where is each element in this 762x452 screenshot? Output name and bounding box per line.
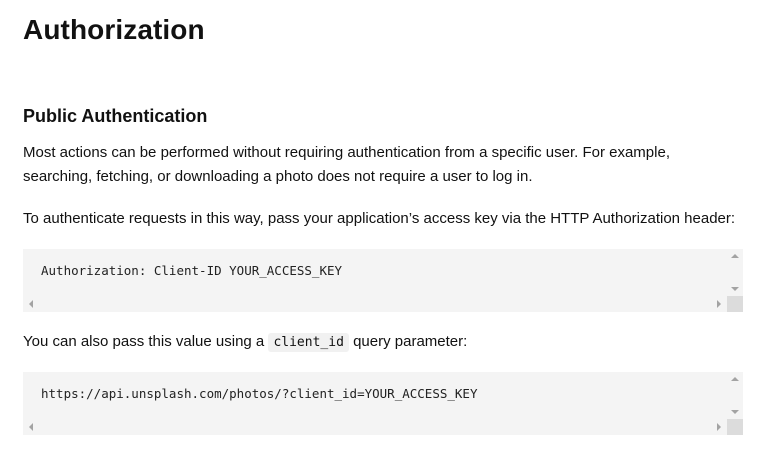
vertical-scrollbar[interactable]	[727, 372, 743, 419]
scroll-down-arrow-icon[interactable]	[731, 410, 739, 414]
paragraph-text-before: You can also pass this value using a	[23, 333, 269, 350]
section-title-public-authentication: Public Authentication	[23, 106, 208, 126]
scroll-right-arrow-icon[interactable]	[717, 300, 721, 308]
scroll-right-arrow-icon[interactable]	[717, 423, 721, 431]
code-block-query-url[interactable]: https://api.unsplash.com/photos/?client_…	[23, 372, 743, 435]
code-block-text: https://api.unsplash.com/photos/?client_…	[41, 386, 478, 401]
scroll-left-arrow-icon[interactable]	[29, 423, 33, 431]
paragraph-intro: Most actions can be performed without re…	[23, 144, 670, 185]
inline-code-client-id: client_id	[268, 333, 349, 352]
paragraph-text-after: query parameter:	[348, 333, 468, 350]
scroll-down-arrow-icon[interactable]	[731, 287, 739, 291]
scroll-up-arrow-icon[interactable]	[731, 254, 739, 258]
paragraph-query-parameter: You can also pass this value using a cli…	[23, 330, 743, 355]
code-block-authorization-header[interactable]: Authorization: Client-ID YOUR_ACCESS_KEY	[23, 249, 743, 312]
vertical-scrollbar[interactable]	[727, 249, 743, 296]
scroll-left-arrow-icon[interactable]	[29, 300, 33, 308]
scrollbar-corner	[727, 296, 743, 312]
horizontal-scrollbar[interactable]	[23, 296, 727, 312]
horizontal-scrollbar[interactable]	[23, 419, 727, 435]
page-title: Authorization	[23, 14, 205, 45]
code-block-text: Authorization: Client-ID YOUR_ACCESS_KEY	[41, 263, 343, 278]
paragraph-auth-header: To authenticate requests in this way, pa…	[23, 210, 736, 227]
scrollbar-corner	[727, 419, 743, 435]
scroll-up-arrow-icon[interactable]	[731, 377, 739, 381]
